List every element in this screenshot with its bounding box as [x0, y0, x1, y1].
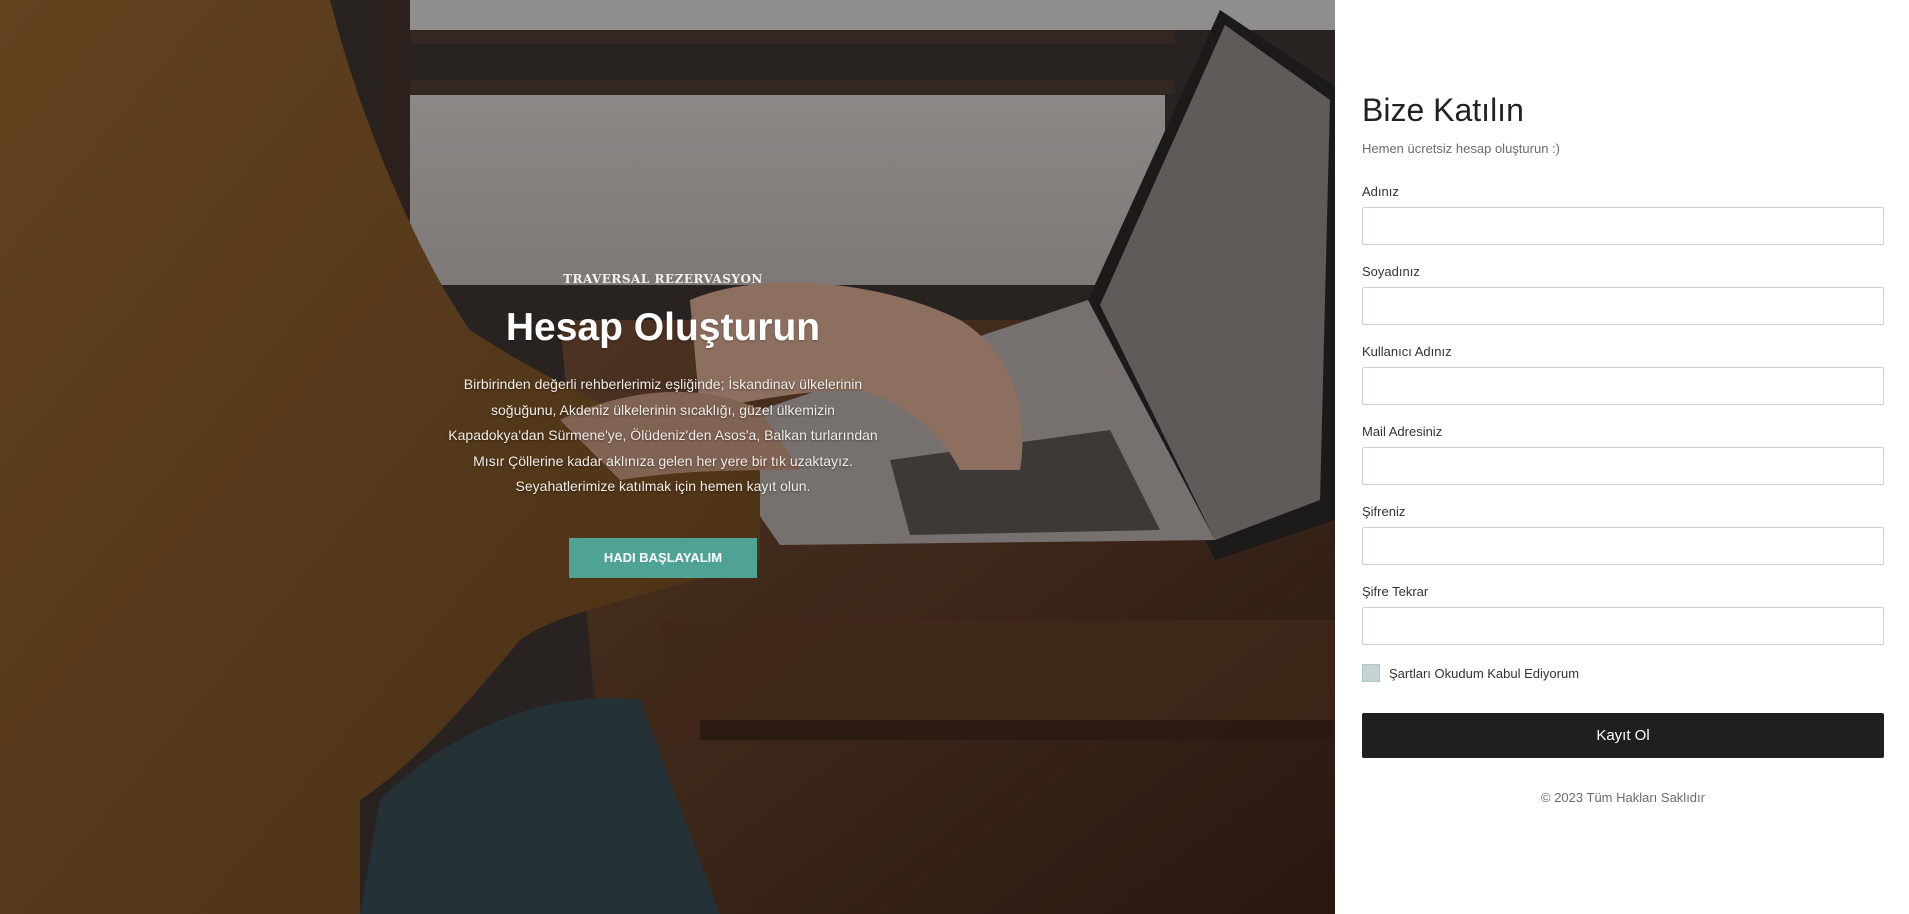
first-name-label: Adınız — [1362, 184, 1399, 199]
form-subtitle: Hemen ücretsiz hesap oluşturun :) — [1362, 141, 1560, 156]
email-group: Mail Adresiniz — [1362, 424, 1895, 485]
username-input[interactable] — [1362, 367, 1884, 405]
hero-description: Birbirinden değerli rehberlerimiz eşliği… — [448, 376, 878, 494]
username-group: Kullanıcı Adınız — [1362, 344, 1895, 405]
password-confirm-group: Şifre Tekrar — [1362, 584, 1895, 645]
email-input[interactable] — [1362, 447, 1884, 485]
hero-title: Hesap Oluşturun — [505, 306, 821, 349]
first-name-group: Adınız — [1362, 184, 1895, 245]
terms-row: Şartları Okudum Kabul Ediyorum — [1362, 664, 1895, 682]
password-group: Şifreniz — [1362, 504, 1895, 565]
password-confirm-label: Şifre Tekrar — [1362, 584, 1429, 599]
last-name-label: Soyadınız — [1362, 264, 1420, 279]
get-started-button[interactable]: HADI BAŞLAYALIM — [569, 537, 757, 578]
last-name-group: Soyadınız — [1362, 264, 1895, 325]
footer-copyright: © 2023 Tüm Hakları Saklıdır — [1541, 790, 1705, 805]
terms-checkbox[interactable] — [1362, 664, 1380, 682]
register-button[interactable]: Kayıt Ol — [1362, 713, 1884, 758]
last-name-input[interactable] — [1362, 287, 1884, 325]
username-label: Kullanıcı Adınız — [1362, 344, 1452, 359]
hero-section: TRAVERSAL REZERVASYON Hesap Oluşturun Bi… — [0, 0, 1335, 914]
terms-label: Şartları Okudum Kabul Ediyorum — [1389, 665, 1580, 681]
first-name-input[interactable] — [1362, 207, 1884, 245]
password-label: Şifreniz — [1362, 504, 1406, 519]
signup-panel: Bize Katılın Hemen ücretsiz hesap oluştu… — [1335, 0, 1909, 914]
password-confirm-input[interactable] — [1362, 607, 1884, 645]
password-input[interactable] — [1362, 527, 1884, 565]
hero-eyebrow: TRAVERSAL REZERVASYON — [563, 272, 763, 286]
form-title: Bize Katılın — [1362, 92, 1524, 128]
signup-form: Adınız Soyadınız Kullanıcı Adınız Mail A… — [1362, 184, 1895, 645]
email-label: Mail Adresiniz — [1362, 424, 1443, 439]
hero-content: TRAVERSAL REZERVASYON Hesap Oluşturun Bi… — [0, 272, 1326, 578]
